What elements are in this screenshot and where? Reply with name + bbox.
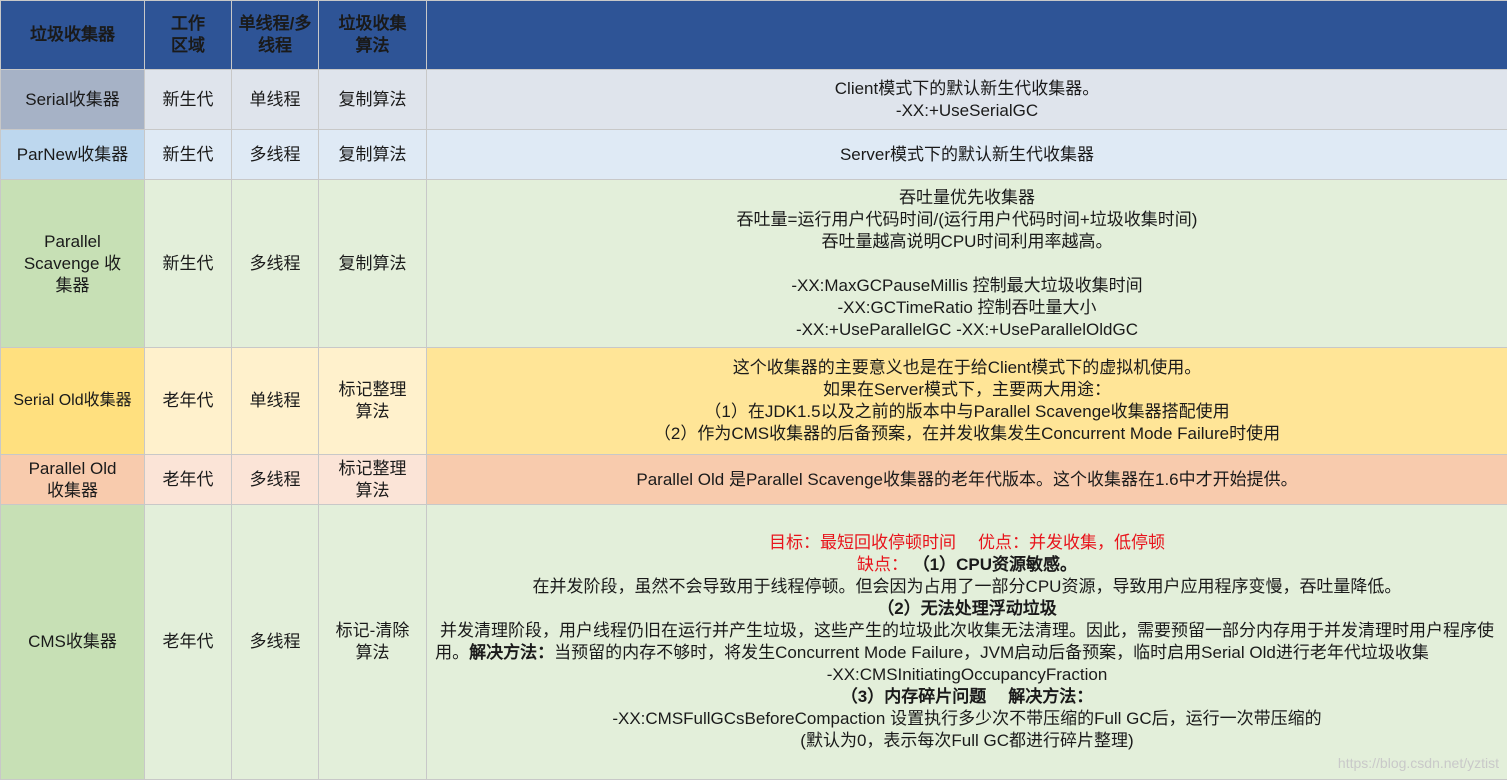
work-area: 新生代 <box>145 70 232 130</box>
description: 吞吐量优先收集器 吞吐量=运行用户代码时间/(运行用户代码时间+垃圾收集时间) … <box>427 180 1507 348</box>
watermark: https://blog.csdn.net/yztist <box>1338 755 1499 771</box>
table-row-serial-old: Serial Old收集器 老年代 单线程 标记整理算法 这个收集器的主要意义也… <box>1 348 1507 455</box>
description: Client模式下的默认新生代收集器。 -XX:+UseSerialGC <box>427 70 1507 130</box>
algorithm: 复制算法 <box>319 70 427 130</box>
algorithm: 复制算法 <box>319 130 427 180</box>
gc-comparison-table: 垃圾收集器 工作区域 单线程/多线程 垃圾收集算法 Serial收集器 新生代 … <box>0 0 1507 780</box>
algorithm: 标记整理算法 <box>319 348 427 455</box>
cms-point-3-note: (默认为0，表示每次Full GC都进行碎片整理) <box>433 730 1501 752</box>
header-threading: 单线程/多线程 <box>232 1 319 70</box>
cms-point-2-solution-label: 解决方法： <box>469 643 554 662</box>
algorithm: 复制算法 <box>319 180 427 348</box>
threading: 多线程 <box>232 130 319 180</box>
threading: 多线程 <box>232 505 319 780</box>
cms-point-3-solution-label: 解决方法： <box>1008 687 1093 706</box>
cms-drawback-label: 缺点： <box>857 555 908 574</box>
threading: 单线程 <box>232 70 319 130</box>
table-row-serial: Serial收集器 新生代 单线程 复制算法 Client模式下的默认新生代收集… <box>1 70 1507 130</box>
table-row-parallel-old: Parallel Old 收集器 老年代 多线程 标记整理算法 Parallel… <box>1 455 1507 505</box>
cms-point-2-solution: 当预留的内存不够时，将发生Concurrent Mode Failure，JVM… <box>554 643 1429 662</box>
collector-name: CMS收集器 <box>1 505 145 780</box>
header-collector: 垃圾收集器 <box>1 1 145 70</box>
description: 这个收集器的主要意义也是在于给Client模式下的虚拟机使用。 如果在Serve… <box>427 348 1507 455</box>
threading: 单线程 <box>232 348 319 455</box>
work-area: 新生代 <box>145 130 232 180</box>
cms-point-1-text: 在并发阶段，虽然不会导致用于线程停顿。但会因为占用了一部分CPU资源，导致用户应… <box>433 576 1501 598</box>
work-area: 老年代 <box>145 348 232 455</box>
work-area: 老年代 <box>145 505 232 780</box>
header-algorithm: 垃圾收集算法 <box>319 1 427 70</box>
cms-goal: 目标：最短回收停顿时间 <box>769 533 956 552</box>
table-row-cms: CMS收集器 老年代 多线程 标记-清除算法 目标：最短回收停顿时间 优点：并发收… <box>1 505 1507 780</box>
table-row-parnew: ParNew收集器 新生代 多线程 复制算法 Server模式下的默认新生代收集… <box>1 130 1507 180</box>
header-work-area: 工作区域 <box>145 1 232 70</box>
collector-name: Parallel Scavenge 收集器 <box>1 180 145 348</box>
cms-point-1-title: （1）CPU资源敏感。 <box>913 555 1077 574</box>
work-area: 老年代 <box>145 455 232 505</box>
algorithm: 标记整理算法 <box>319 455 427 505</box>
description: Parallel Old 是Parallel Scavenge收集器的老年代版本… <box>427 455 1507 505</box>
cms-point-2-title: （2）无法处理浮动垃圾 <box>433 598 1501 620</box>
collector-name: Parallel Old 收集器 <box>1 455 145 505</box>
threading: 多线程 <box>232 455 319 505</box>
header-description <box>427 1 1507 70</box>
table-row-parallel-scavenge: Parallel Scavenge 收集器 新生代 多线程 复制算法 吞吐量优先… <box>1 180 1507 348</box>
cms-point-2-flag: -XX:CMSInitiatingOccupancyFraction <box>827 665 1108 684</box>
work-area: 新生代 <box>145 180 232 348</box>
cms-point-3-title: （3）内存碎片问题 <box>841 687 986 706</box>
collector-name: ParNew收集器 <box>1 130 145 180</box>
collector-name: Serial Old收集器 <box>1 348 145 455</box>
header-row: 垃圾收集器 工作区域 单线程/多线程 垃圾收集算法 <box>1 1 1507 70</box>
description: 目标：最短回收停顿时间 优点：并发收集，低停顿 缺点： （1）CPU资源敏感。 在… <box>427 505 1507 780</box>
collector-name: Serial收集器 <box>1 70 145 130</box>
threading: 多线程 <box>232 180 319 348</box>
cms-advantage: 优点：并发收集，低停顿 <box>978 533 1165 552</box>
algorithm: 标记-清除算法 <box>319 505 427 780</box>
cms-point-3-text: -XX:CMSFullGCsBeforeCompaction 设置执行多少次不带… <box>433 708 1501 730</box>
description: Server模式下的默认新生代收集器 <box>427 130 1507 180</box>
